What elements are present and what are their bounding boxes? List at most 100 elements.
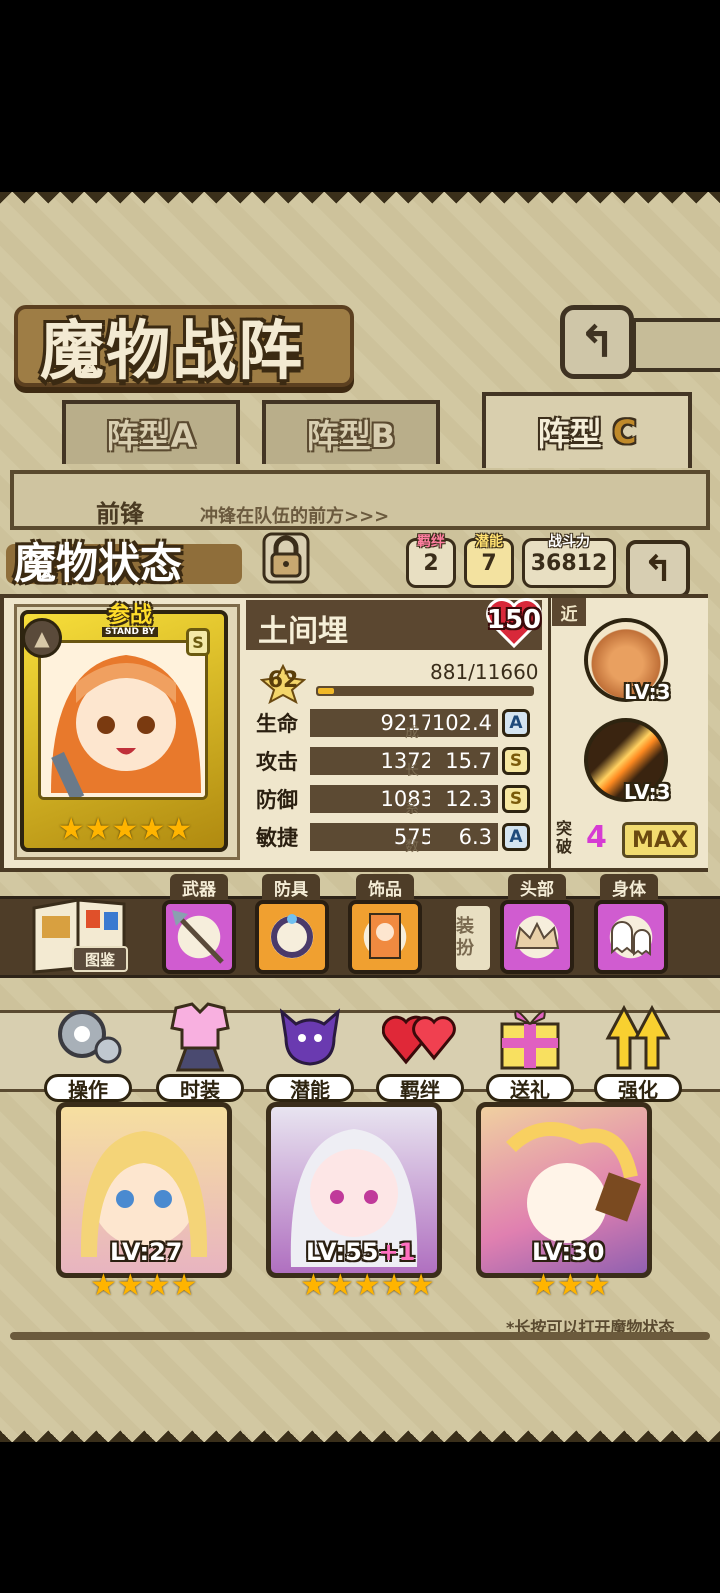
character-level: 62 [267,668,299,693]
character-portrait [38,640,208,800]
weapon-slot[interactable] [162,900,236,974]
back-button[interactable]: ↰ [560,305,634,379]
power-value: 36812 [530,551,608,576]
head-caption: 头部 [508,874,566,900]
exp-bar-fill [318,688,334,694]
return-arrow-icon: ↰ [578,316,616,368]
bottom-border [0,1420,720,1442]
stat-name: 生命 [256,712,298,736]
shadow-demon-icon [279,1008,341,1066]
roster-stars: ★★★★★ [300,1268,435,1303]
roster-plus: +1 [378,1238,416,1266]
standby-label: 参战 [107,603,152,628]
stat-value: 575 [310,823,442,851]
hearts-icon [382,1015,456,1065]
tab-label: 阵型A [106,417,196,455]
stat-value: 1372 [310,747,442,775]
roster-stars: ★★★★ [90,1268,198,1303]
break-label: 突破 [556,819,573,856]
potential-counter: 潜能 7 [464,534,514,588]
rank-badge: S [186,628,210,656]
tab-formation-b[interactable]: 阵型B [262,400,440,464]
action-label: 潜能 [266,1074,354,1102]
action-label: 时装 [156,1074,244,1102]
status-back-button[interactable]: ↰ [626,540,690,598]
stat-value: 9217 [310,709,442,737]
tab-label: 阵型 [537,415,602,453]
bottom-divider [10,1332,710,1340]
action-label: 操作 [44,1074,132,1102]
exp-text: 881/11660 [430,660,539,684]
crown-icon [514,921,560,949]
break-value: 4 [586,820,607,855]
armor-slot[interactable] [255,900,329,974]
roster-level-text: LV:55 [306,1238,379,1266]
lock-icon[interactable] [258,530,314,586]
skill-1-level: LV:3 [624,680,671,704]
character-stars: ★★★★★ [57,812,193,847]
spear-icon [172,910,224,964]
ring-icon [271,914,313,958]
grade-badge-agility: A [502,823,530,851]
potential-label: 潜能 [475,534,503,550]
exp-bar [316,686,534,696]
standby-badge: 参战 STAND BY [78,605,182,641]
growth-value-defense: 12.3 [430,785,498,813]
head-slot[interactable] [500,900,574,974]
gift-button[interactable]: 送礼 [480,996,580,1104]
potential-button[interactable]: 潜能 [260,996,360,1104]
power-label: 战斗力 [548,534,590,550]
grade-badge-defense: S [502,785,530,813]
codex-label: 图鉴 [72,946,128,972]
range-tag: 近 [552,598,586,626]
outfit-icon [170,1002,230,1072]
operate-button[interactable]: 操作 [38,996,138,1104]
heart-level: 150 [486,605,542,635]
character-illustration [41,643,205,797]
armor-caption: 防具 [262,874,320,900]
status-title: 魔物状态 [14,539,183,588]
top-border [0,192,720,214]
grade-badge-attack: S [502,747,530,775]
growth-value-agility: 6.3 [430,823,498,851]
earth-element-icon: ▲ [22,618,62,658]
stat-name: 敏捷 [256,826,298,850]
body-caption: 身体 [600,874,658,900]
bond-counter: 羁绊 2 [406,534,456,588]
gear-icon [58,1010,122,1064]
tab-formation-a[interactable]: 阵型A [62,400,240,464]
ghost-icon [611,921,651,956]
tab-formation-c[interactable]: 阵型 C [482,392,692,468]
growth-value-hp: 102.4 [430,709,498,737]
card-icon [369,913,401,959]
roster-level: LV:30 [532,1238,605,1266]
action-label: 羁绊 [376,1074,464,1102]
costume-button[interactable]: 时装 [150,996,250,1104]
bond-value: 2 [423,551,439,576]
body-slot[interactable] [594,900,668,974]
standby-sub: STAND BY [102,627,158,637]
accessory-slot[interactable] [348,900,422,974]
potential-value: 7 [481,551,497,576]
skill-2-level: LV:3 [624,780,671,804]
bond-button[interactable]: 羁绊 [370,996,470,1104]
growth-value-attack: 15.7 [430,747,498,775]
tab-letter: C [612,413,637,451]
header-decoration [632,318,720,372]
weapon-caption: 武器 [170,874,228,900]
gift-icon [500,1010,560,1070]
tab-label: 阵型B [306,417,396,455]
stat-value: 1083 [310,785,442,813]
power-counter: 战斗力 36812 [522,534,616,588]
page-title: 魔物战阵 [40,314,304,389]
roster-level: LV:55+1 [306,1238,415,1266]
max-button[interactable]: MAX [622,822,698,858]
accessory-caption: 饰品 [356,874,414,900]
roster-stars: ★★★ [530,1268,611,1303]
front-row-label: 前锋 [96,500,144,528]
enhance-button[interactable]: 强化 [588,996,688,1104]
growth-label: 成长系数 [405,725,419,855]
action-label: 送礼 [486,1074,574,1102]
return-arrow-icon: ↰ [642,548,674,590]
front-row-desc: 冲锋在队伍的前方>>> [200,506,390,527]
